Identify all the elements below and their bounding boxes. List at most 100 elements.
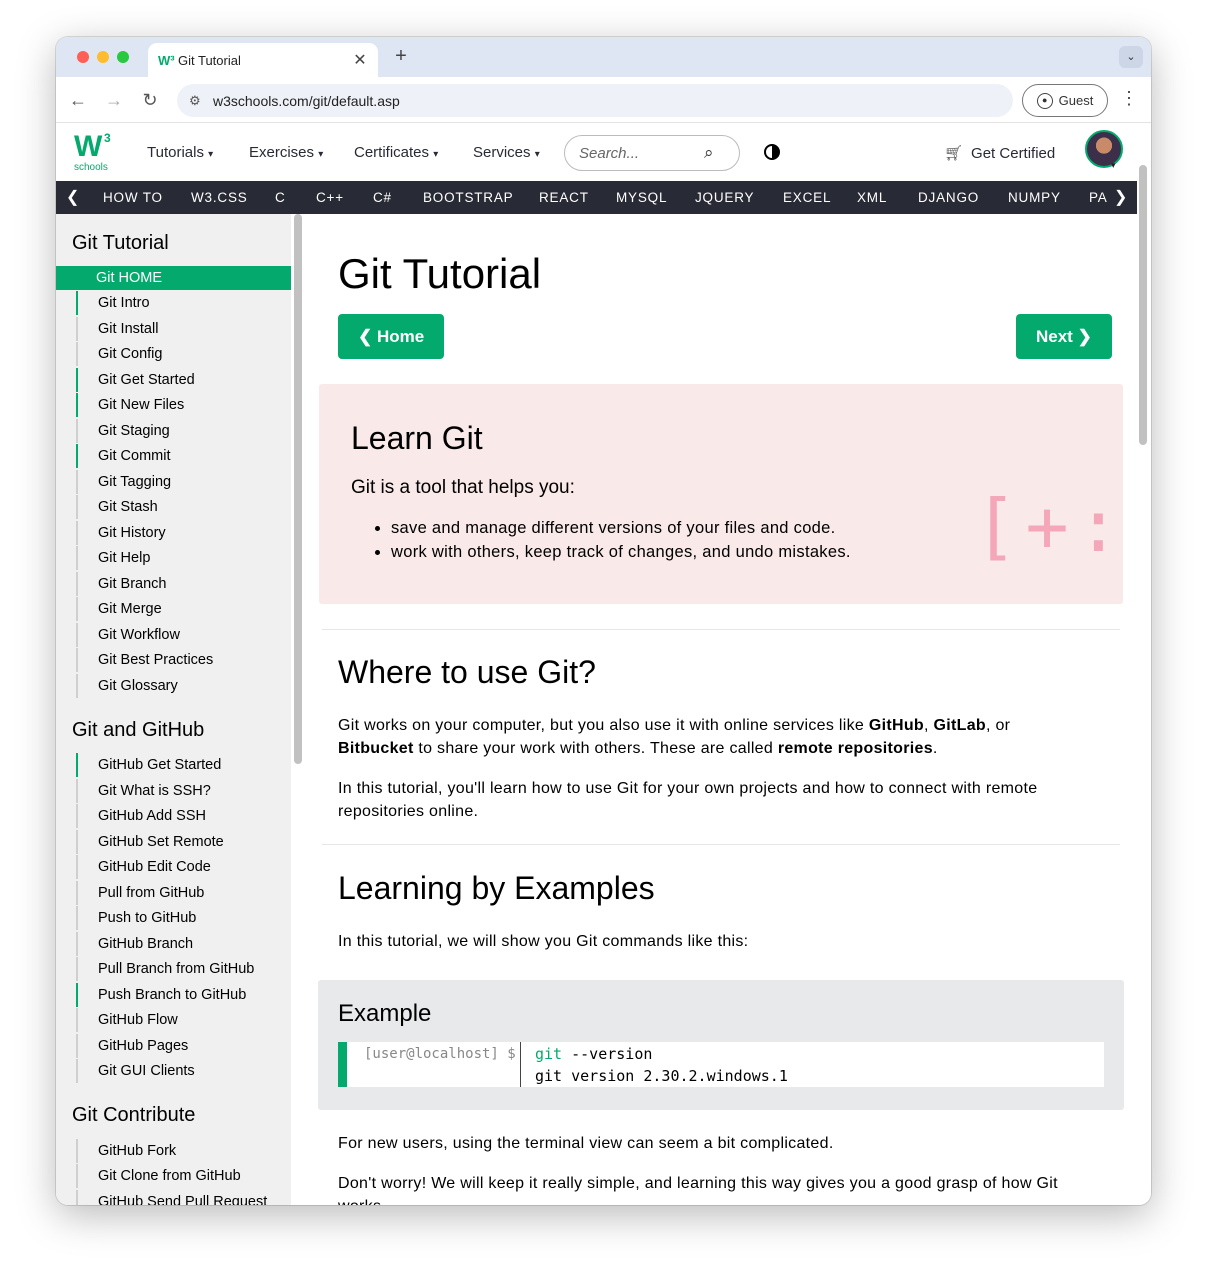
sidebar-item[interactable]: Push Branch to GitHub	[76, 983, 291, 1007]
sidebar-scrollbar[interactable]	[294, 214, 302, 764]
sidebar-item[interactable]: GitHub Flow	[76, 1008, 291, 1032]
sidebar-item[interactable]: GitHub Add SSH	[76, 804, 291, 828]
main-content: Git Tutorial ❮ Home Next ❯ Learn Git Git…	[306, 214, 1137, 1205]
subnav-item[interactable]: DJANGO	[918, 190, 979, 205]
sidebar-item[interactable]: GitHub Fork	[76, 1139, 291, 1163]
sidebar-item[interactable]: Git Merge	[76, 597, 291, 621]
list-item: work with others, keep track of changes,…	[391, 543, 851, 562]
get-certified-link[interactable]: 🛒︎ Get Certified	[944, 144, 1055, 163]
site-info-icon[interactable]: ⚙	[189, 93, 213, 109]
person-icon: ●	[1036, 92, 1053, 109]
scroll-right-icon[interactable]: ❯	[1114, 187, 1127, 207]
example-title: Example	[338, 1000, 432, 1027]
sidebar: Git Tutorial Git HOME Git Intro Git Inst…	[56, 214, 291, 1205]
w3schools-logo[interactable]: W 3 schools	[72, 130, 116, 174]
subnav-item[interactable]: HOW TO	[103, 190, 163, 205]
guest-label: Guest	[1058, 93, 1094, 108]
sidebar-item[interactable]: Git Help	[76, 546, 291, 570]
home-button[interactable]: ❮ Home	[338, 314, 445, 359]
where-paragraph-1: Git works on your computer, but you also…	[338, 717, 1011, 757]
sidebar-item[interactable]: Push to GitHub	[76, 906, 291, 930]
sidebar-item[interactable]: GitHub Send Pull Request	[76, 1190, 291, 1205]
search-icon[interactable]: ⌕	[704, 143, 714, 163]
sidebar-item[interactable]: Git What is SSH?	[76, 779, 291, 803]
sidebar-item[interactable]: Git Stash	[76, 495, 291, 519]
subnav-item[interactable]: C	[275, 190, 286, 205]
menu-tutorials[interactable]: Tutorials ▾	[147, 144, 213, 161]
caret-down-icon: ▾	[208, 149, 214, 160]
menu-exercises[interactable]: Exercises ▾	[249, 144, 323, 161]
user-avatar[interactable]	[1085, 130, 1123, 168]
subnav-item[interactable]: JQUERY	[695, 190, 754, 205]
sidebar-item[interactable]: GitHub Get Started	[76, 753, 291, 777]
address-url[interactable]: w3schools.com/git/default.asp	[213, 93, 400, 109]
back-button[interactable]: ←	[68, 89, 88, 111]
subnav-item[interactable]: C#	[373, 190, 392, 205]
terminal-block: [user@localhost] $ git --version git ver…	[338, 1042, 1104, 1087]
sidebar-item[interactable]: Git Staging	[76, 419, 291, 443]
git-logo-decoration-icon: [+:	[974, 484, 1129, 568]
sidebar-item[interactable]: GitHub Pages	[76, 1034, 291, 1058]
sidebar-item[interactable]: Git Workflow	[76, 623, 291, 647]
tab-title: Git Tutorial	[178, 52, 241, 68]
sidebar-item[interactable]: Git History	[76, 521, 291, 545]
sidebar-item[interactable]: Git Tagging	[76, 470, 291, 494]
sidebar-item[interactable]: GitHub Edit Code	[76, 855, 291, 879]
subnav-item[interactable]: NUMPY	[1008, 190, 1061, 205]
subnav-item[interactable]: PA	[1089, 190, 1108, 205]
reload-button[interactable]: ↻	[140, 89, 160, 111]
tab-strip: W³ Git Tutorial ✕ + ⌄	[56, 37, 1151, 77]
sidebar-item[interactable]: Git New Files	[76, 393, 291, 417]
address-bar[interactable]: ⚙ w3schools.com/git/default.asp	[177, 84, 1013, 117]
cart-icon: 🛒︎	[944, 145, 964, 162]
sidebar-item[interactable]: Git Get Started	[76, 368, 291, 392]
scroll-left-icon[interactable]: ❮	[66, 187, 79, 207]
divider	[322, 844, 1120, 845]
menu-certificates[interactable]: Certificates ▾	[354, 144, 438, 161]
subnav-item[interactable]: BOOTSTRAP	[423, 190, 513, 205]
examples-paragraph-3: Don't worry! We will keep it really simp…	[338, 1175, 1058, 1205]
forward-button[interactable]: →	[104, 89, 124, 111]
dark-mode-toggle-icon[interactable]	[764, 144, 780, 160]
tab-search-button[interactable]: ⌄	[1119, 46, 1143, 68]
subnav-item[interactable]: C++	[316, 190, 344, 205]
next-button[interactable]: Next ❯	[1016, 314, 1112, 359]
caret-down-icon: ▾	[433, 149, 439, 160]
sidebar-heading: Git Tutorial	[72, 232, 169, 254]
menu-services[interactable]: Services ▾	[473, 144, 540, 161]
sidebar-item[interactable]: Git GUI Clients	[76, 1059, 291, 1083]
sidebar-item[interactable]: Git Config	[76, 342, 291, 366]
learn-title: Learn Git	[351, 420, 483, 456]
sidebar-item[interactable]: Pull from GitHub	[76, 881, 291, 905]
sidebar-item[interactable]: Git Best Practices	[76, 648, 291, 672]
sidebar-heading: Git and GitHub	[72, 719, 205, 741]
new-tab-button[interactable]: +	[391, 45, 411, 68]
browser-menu-icon[interactable]: ⋮	[1120, 88, 1138, 109]
sidebar-item-git-home[interactable]: Git HOME	[56, 266, 291, 290]
sidebar-item[interactable]: Git Intro	[76, 291, 291, 315]
sidebar-item[interactable]: Git Install	[76, 317, 291, 341]
subnav-item[interactable]: MYSQL	[616, 190, 667, 205]
sidebar-item[interactable]: Git Branch	[76, 572, 291, 596]
subnav-item[interactable]: XML	[857, 190, 887, 205]
subnav-item[interactable]: REACT	[539, 190, 589, 205]
search-input[interactable]	[579, 144, 704, 162]
close-window-button[interactable]	[77, 51, 89, 63]
search-box[interactable]: ⌕	[564, 135, 740, 171]
sidebar-item[interactable]: Git Glossary	[76, 674, 291, 698]
sidebar-item[interactable]: Git Clone from GitHub	[76, 1164, 291, 1188]
page-scrollbar[interactable]	[1139, 165, 1147, 445]
chevron-down-icon[interactable]: ▾	[1111, 160, 1116, 171]
maximize-window-button[interactable]	[117, 51, 129, 63]
sidebar-item[interactable]: GitHub Set Remote	[76, 830, 291, 854]
sidebar-item[interactable]: GitHub Branch	[76, 932, 291, 956]
subnav-item[interactable]: EXCEL	[783, 190, 831, 205]
subnav-item[interactable]: W3.CSS	[191, 190, 248, 205]
profile-guest-button[interactable]: ● Guest	[1022, 84, 1108, 117]
browser-tab[interactable]: W³ Git Tutorial ✕	[148, 43, 378, 77]
minimize-window-button[interactable]	[97, 51, 109, 63]
sidebar-item[interactable]: Pull Branch from GitHub	[76, 957, 291, 981]
tab-close-icon[interactable]: ✕	[352, 50, 368, 70]
sidebar-item[interactable]: Git Commit	[76, 444, 291, 468]
logo-schools: schools	[74, 162, 108, 173]
